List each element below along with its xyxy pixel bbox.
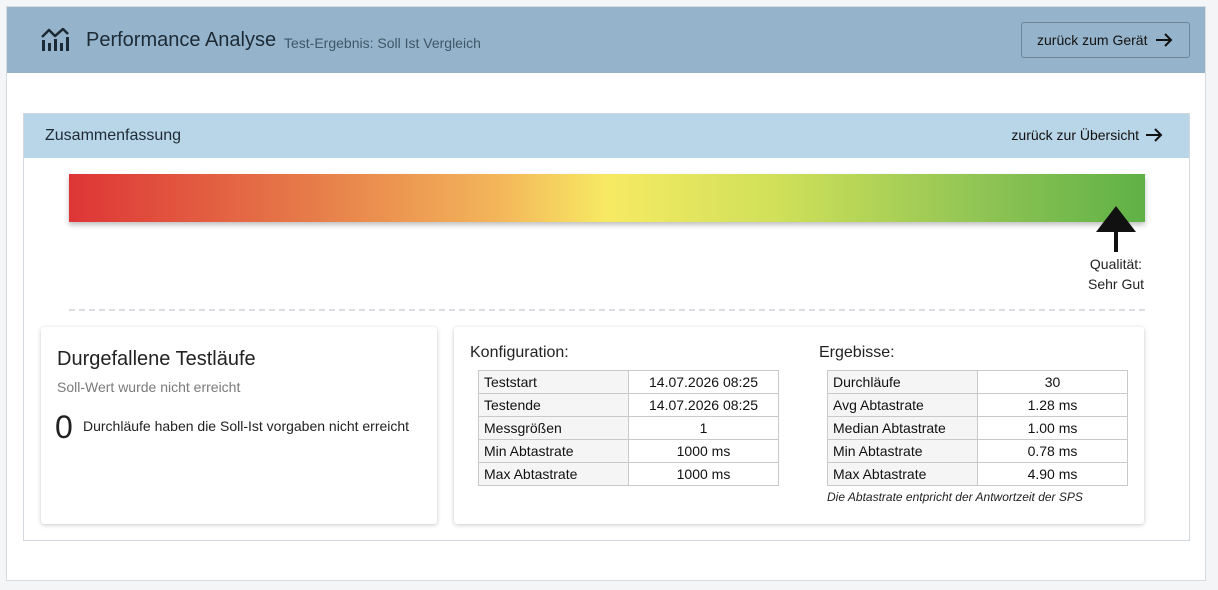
table-key: Max Abtastrate <box>478 462 629 486</box>
quality-gradient-bar <box>69 174 1145 222</box>
failed-runs-subtitle: Soll-Wert wurde nicht erreicht <box>57 379 241 395</box>
table-value: 30 <box>977 370 1128 394</box>
table-key: Min Abtastrate <box>478 439 629 463</box>
configuration-table: Teststart 14.07.2026 08:25 Testende 14.07.… <box>478 370 779 486</box>
table-key: Median Abtastrate <box>827 416 978 440</box>
arrow-right-icon <box>1146 128 1163 142</box>
quality-value: Sehr Gut <box>1087 276 1145 292</box>
table-value: 1.28 ms <box>977 393 1128 417</box>
page-title: Performance Analyse <box>86 29 277 51</box>
table-row: Median Abtastrate 1.00 ms <box>827 416 1128 440</box>
table-value: 1000 ms <box>628 462 779 486</box>
quality-caption: Qualität: <box>1089 256 1143 272</box>
table-row: Min Abtastrate 1000 ms <box>478 439 779 463</box>
arrow-right-icon <box>1156 33 1173 47</box>
page-subtitle: Test-Ergebnis: Soll Ist Vergleich <box>284 35 481 51</box>
table-value: 1000 ms <box>628 439 779 463</box>
table-key: Teststart <box>478 370 629 394</box>
summary-panel: Zusammenfassung zurück zur Übersicht Qua… <box>23 113 1190 541</box>
table-key: Max Abtastrate <box>827 462 978 486</box>
back-to-device-label: zurück zum Gerät <box>1037 32 1148 48</box>
table-row: Min Abtastrate 0.78 ms <box>827 439 1128 463</box>
quality-marker-arrow-icon <box>1096 206 1136 252</box>
back-to-overview-link[interactable]: zurück zur Übersicht <box>1011 127 1163 143</box>
results-title: Ergebisse: <box>819 344 895 361</box>
table-key: Min Abtastrate <box>827 439 978 463</box>
results-table: Durchläufe 30 Avg Abtastrate 1.28 ms Media… <box>827 370 1128 486</box>
table-row: Messgrößen 1 <box>478 416 779 440</box>
page-header: Performance Analyse Test-Ergebnis: Soll … <box>7 7 1205 73</box>
results-note: Die Abtastrate entpricht der Antwortzeit… <box>827 490 1083 504</box>
table-key: Durchläufe <box>827 370 978 394</box>
table-value: 0.78 ms <box>977 439 1128 463</box>
table-row: Testende 14.07.2026 08:25 <box>478 393 779 417</box>
table-row: Max Abtastrate 1000 ms <box>478 462 779 486</box>
table-row: Max Abtastrate 4.90 ms <box>827 462 1128 486</box>
table-row: Avg Abtastrate 1.28 ms <box>827 393 1128 417</box>
divider <box>69 309 1145 311</box>
summary-header: Zusammenfassung zurück zur Übersicht <box>24 114 1189 158</box>
summary-title: Zusammenfassung <box>45 127 182 144</box>
failed-runs-count: 0 <box>55 409 73 445</box>
configuration-title: Konfiguration: <box>470 344 569 361</box>
bar-chart-icon <box>41 27 69 51</box>
back-to-overview-label: zurück zur Übersicht <box>1011 127 1139 143</box>
failed-runs-text: Durchläufe haben die Soll-Ist vorgaben n… <box>83 418 410 434</box>
table-value: 1 <box>628 416 779 440</box>
failed-runs-title: Durgefallene Testläufe <box>57 348 256 370</box>
table-value: 4.90 ms <box>977 462 1128 486</box>
table-key: Testende <box>478 393 629 417</box>
table-row: Teststart 14.07.2026 08:25 <box>478 370 779 394</box>
table-value: 14.07.2026 08:25 <box>628 393 779 417</box>
app-window: Performance Analyse Test-Ergebnis: Soll … <box>6 6 1206 581</box>
table-value: 1.00 ms <box>977 416 1128 440</box>
details-card: Konfiguration: Teststart 14.07.2026 08:25… <box>454 327 1144 524</box>
table-row: Durchläufe 30 <box>827 370 1128 394</box>
quality-label: Qualität: Sehr Gut <box>1076 254 1156 294</box>
failed-runs-card: Durgefallene Testläufe Soll-Wert wurde n… <box>41 327 437 524</box>
back-to-device-button[interactable]: zurück zum Gerät <box>1021 22 1190 58</box>
table-value: 14.07.2026 08:25 <box>628 370 779 394</box>
table-key: Messgrößen <box>478 416 629 440</box>
table-key: Avg Abtastrate <box>827 393 978 417</box>
